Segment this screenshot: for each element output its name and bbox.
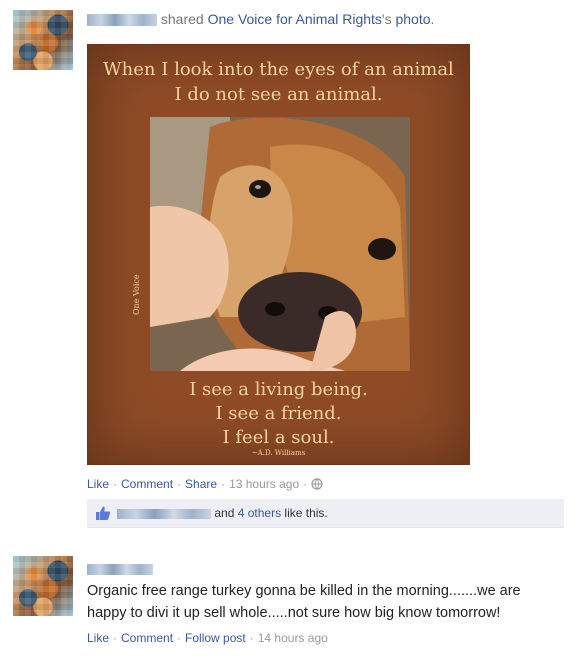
poster-bottom-line3: I feel a soul. [222,427,335,448]
likes-summary: and 4 others like this. [87,499,564,528]
period-text: . [430,11,435,27]
calf-illustration [150,117,410,371]
post2-actions: Like · Comment · Follow post · 14 hours ago [87,631,328,645]
poster-brand: One Voice [132,274,141,315]
like-link[interactable]: Like [87,631,109,645]
avatar[interactable] [13,10,73,70]
thumbs-up-icon [96,506,111,520]
shared-text: shared [160,11,204,27]
liker-name-redacted[interactable] [117,508,211,519]
post-text-line2: happy to divi it up sell whole.....not s… [87,605,501,621]
poster-bottom-text: I see a living being. I see a friend. I … [88,378,469,450]
timestamp[interactable]: 14 hours ago [258,631,328,645]
author-name-redacted[interactable] [87,14,157,27]
comment-link[interactable]: Comment [121,477,173,491]
timestamp[interactable]: 13 hours ago [229,477,299,491]
page-name-link[interactable]: One Voice for Animal Rights [208,11,382,27]
calf-photo [150,117,410,371]
avatar[interactable] [13,556,73,616]
post-text-line1: Organic free range turkey gonna be kille… [87,583,521,599]
poster-quote-line1: When I look into the eyes of an animal [103,59,454,80]
share-link[interactable]: Share [185,477,217,491]
post1-actions: Like · Comment · Share · 13 hours ago · [87,477,323,491]
likes-and: and [214,506,235,520]
like-link[interactable]: Like [87,477,109,491]
post-header: shared One Voice for Animal Rights's pho… [87,11,434,27]
others-link[interactable]: 4 others [238,506,281,520]
comment-link[interactable]: Comment [121,631,173,645]
likes-suffix: like this. [284,506,328,520]
globe-icon [311,478,323,490]
possessive-text: 's [381,11,392,27]
post2-author [87,561,153,579]
poster-bottom-line2: I see a friend. [215,403,342,424]
follow-post-link[interactable]: Follow post [185,631,246,645]
poster-quote: When I look into the eyes of an animal I… [88,57,469,107]
photo-link[interactable]: photo [395,11,430,27]
poster-bottom-line1: I see a living being. [189,379,368,400]
post-text: Organic free range turkey gonna be kille… [87,580,557,624]
poster-attribution: ~A.D. Williams [251,449,306,457]
shared-photo[interactable]: When I look into the eyes of an animal I… [87,44,470,465]
likes-text: and 4 others like this. [117,506,328,520]
author-name-redacted[interactable] [87,564,153,576]
poster-quote-line2: I do not see an animal. [174,84,383,105]
